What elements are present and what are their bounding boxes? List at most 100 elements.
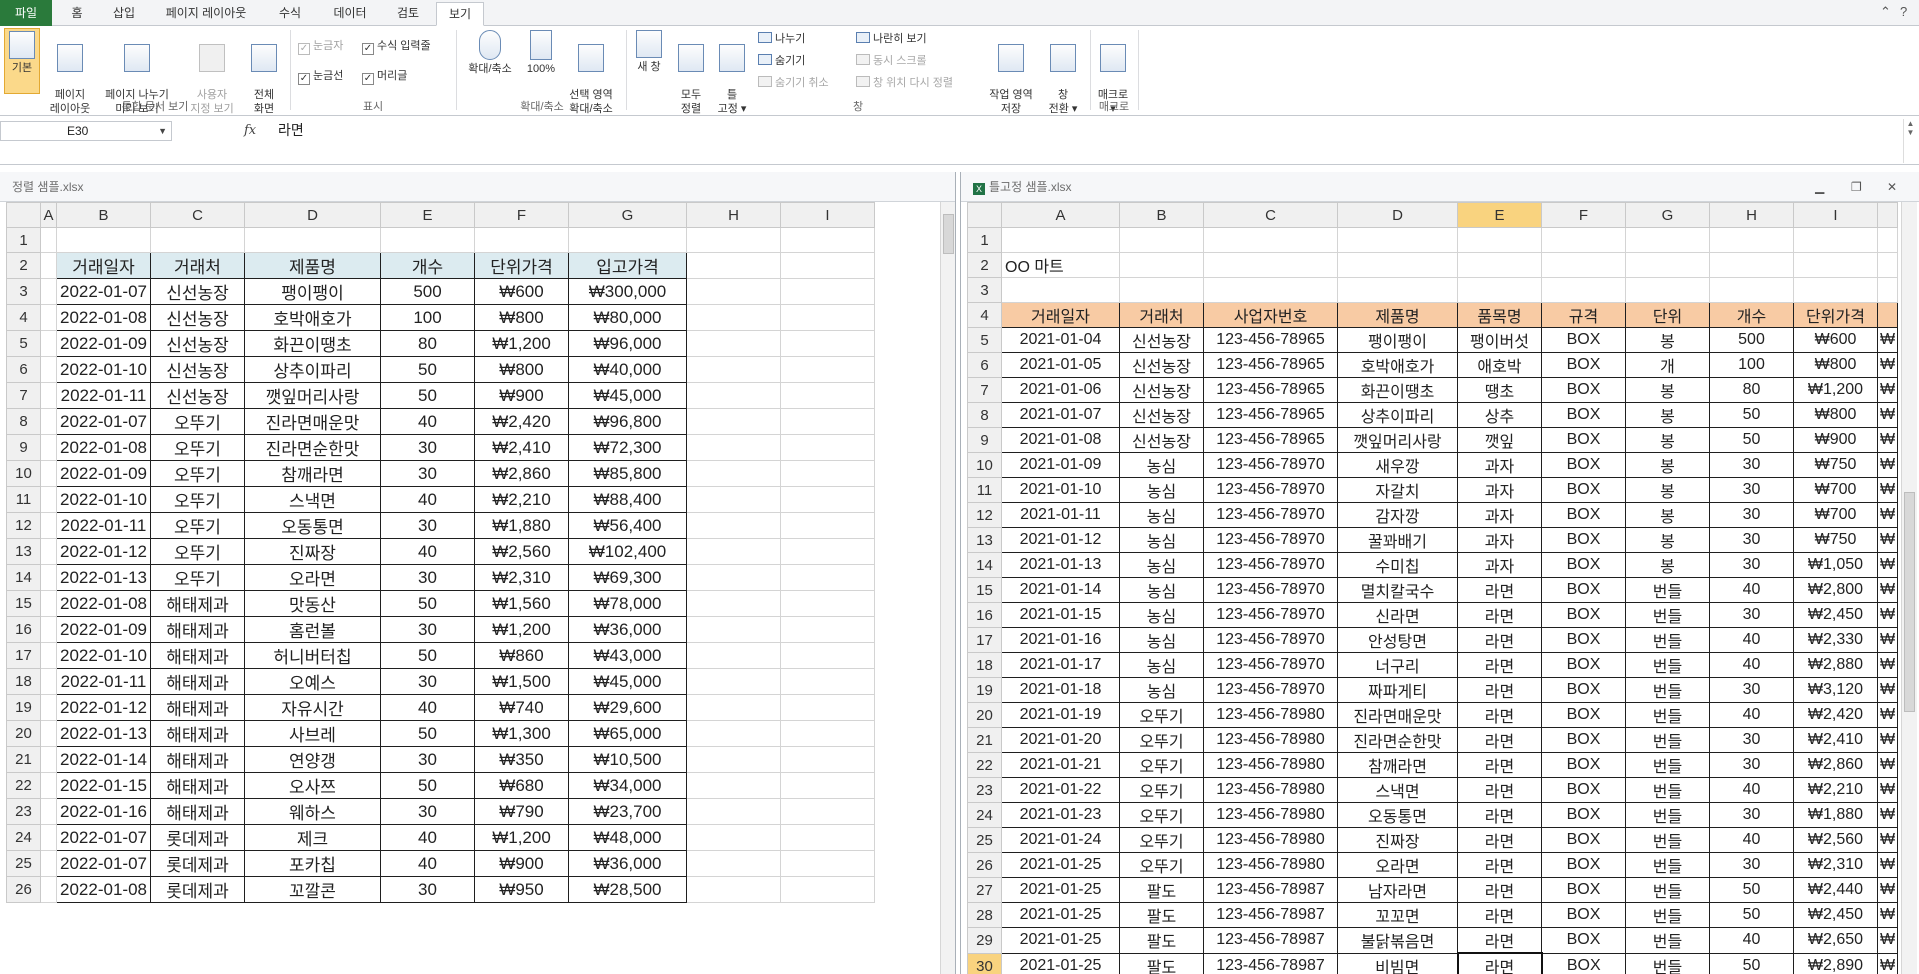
cell[interactable]: 라면 — [1457, 827, 1542, 853]
cell[interactable]: 오동통면 — [1337, 802, 1458, 828]
cell[interactable]: ₩1,500 — [474, 668, 569, 695]
freeze-panes-button[interactable]: 틀 고정 ▾ — [712, 28, 752, 115]
column-header[interactable]: I — [780, 202, 875, 228]
cell[interactable]: ₩1,560 — [474, 590, 569, 617]
formula-bar-expand[interactable]: ▲ ▼ — [1903, 119, 1917, 163]
cell[interactable]: 2021-01-25 — [1001, 952, 1120, 974]
cell[interactable]: 허니버터칩 — [244, 642, 381, 669]
cell[interactable]: 오뚜기 — [150, 460, 245, 487]
tab-page-layout[interactable]: 페이지 레이아웃 — [156, 2, 256, 26]
cell[interactable] — [686, 252, 781, 279]
save-workspace-button[interactable]: 작업 영역 저장 — [984, 28, 1038, 115]
cell[interactable] — [1541, 252, 1626, 278]
cell[interactable]: 40 — [1709, 827, 1794, 853]
cell[interactable]: 2021-01-23 — [1001, 802, 1120, 828]
row-header[interactable]: 24 — [967, 802, 1002, 828]
cell[interactable]: 해태제과 — [150, 798, 245, 825]
zoom-selection-button[interactable]: 선택 영역 확대/축소 — [562, 28, 620, 115]
cell[interactable] — [40, 590, 57, 617]
select-all-corner[interactable] — [6, 202, 41, 228]
cell[interactable]: 40 — [380, 408, 475, 435]
tab-review[interactable]: 검토 — [388, 2, 428, 26]
tab-home[interactable]: 홈 — [60, 2, 94, 26]
row-header[interactable]: 8 — [967, 402, 1002, 428]
column-header[interactable]: D — [1337, 202, 1458, 228]
cell[interactable]: 80 — [380, 330, 475, 357]
cell[interactable] — [686, 642, 781, 669]
column-header[interactable]: C — [150, 202, 245, 228]
cell[interactable]: ₩900 — [474, 850, 569, 877]
cell[interactable]: 2022-01-13 — [56, 564, 151, 591]
cell[interactable] — [1876, 252, 1899, 278]
cell[interactable] — [1709, 277, 1794, 303]
cell[interactable]: 2022-01-13 — [56, 720, 151, 747]
cell[interactable] — [40, 460, 57, 487]
split-button[interactable]: 나누기 — [758, 30, 805, 48]
cell[interactable]: 신선농장 — [1119, 352, 1204, 378]
cell[interactable]: ₩2,210 — [474, 486, 569, 513]
cell[interactable] — [780, 434, 875, 461]
cell[interactable] — [780, 304, 875, 331]
cell[interactable]: 라면 — [1457, 727, 1542, 753]
cell[interactable] — [568, 227, 687, 253]
cell[interactable] — [1001, 227, 1120, 253]
cell[interactable]: 롯데제과 — [150, 850, 245, 877]
cell[interactable]: 123-456-78965 — [1203, 377, 1338, 403]
cell[interactable]: 오뚜기 — [150, 512, 245, 539]
cell[interactable] — [40, 304, 57, 331]
cell[interactable] — [780, 668, 875, 695]
cell[interactable] — [40, 876, 57, 903]
cell[interactable]: 오동통면 — [244, 512, 381, 539]
cell[interactable]: 봉 — [1625, 377, 1710, 403]
cell[interactable]: 새우깡 — [1337, 452, 1458, 478]
cell[interactable]: 제크 — [244, 824, 381, 851]
cell[interactable]: 진라면순한맛 — [1337, 727, 1458, 753]
cell[interactable]: 농심 — [1119, 502, 1204, 528]
cell[interactable] — [1709, 227, 1794, 253]
column-header[interactable]: B — [56, 202, 151, 228]
cell[interactable]: 30 — [1709, 727, 1794, 753]
cell[interactable] — [686, 668, 781, 695]
row-header[interactable]: 23 — [967, 777, 1002, 803]
cell[interactable]: 번들 — [1625, 877, 1710, 903]
cell[interactable]: ₩23,700 — [568, 798, 687, 825]
cell[interactable]: 신선농장 — [1119, 402, 1204, 428]
table-header-cell[interactable]: 제품명 — [244, 252, 381, 279]
custom-views-button[interactable]: 사용자 지정 보기 — [182, 28, 242, 115]
cell[interactable]: 2022-01-16 — [56, 798, 151, 825]
cell[interactable]: ₩2,310 — [474, 564, 569, 591]
cell[interactable] — [1119, 277, 1204, 303]
cell[interactable]: 123-456-78970 — [1203, 477, 1338, 503]
cell[interactable]: 123-456-78965 — [1203, 427, 1338, 453]
cell[interactable]: ₩96,800 — [568, 408, 687, 435]
cell[interactable] — [780, 486, 875, 513]
cell[interactable]: 123-456-78970 — [1203, 552, 1338, 578]
cell[interactable] — [780, 798, 875, 825]
cell[interactable] — [40, 434, 57, 461]
cell[interactable]: 2021-01-14 — [1001, 577, 1120, 603]
cell[interactable]: 봉 — [1625, 427, 1710, 453]
cell[interactable]: 123-456-78980 — [1203, 852, 1338, 878]
cell[interactable]: 해태제과 — [150, 720, 245, 747]
cell[interactable]: 40 — [380, 824, 475, 851]
cell[interactable]: ₩ — [1876, 577, 1899, 603]
cell[interactable]: 오라면 — [1337, 852, 1458, 878]
cell[interactable]: ₩ — [1876, 702, 1899, 728]
cell[interactable]: ₩750 — [1793, 452, 1878, 478]
cell[interactable]: ₩1,200 — [1793, 377, 1878, 403]
cell[interactable]: 라면 — [1457, 752, 1542, 778]
cell[interactable] — [686, 304, 781, 331]
cell[interactable]: 농심 — [1119, 627, 1204, 653]
cell[interactable]: ₩2,890 — [1793, 952, 1878, 974]
switch-windows-button[interactable]: 창 전환 ▾ — [1044, 28, 1082, 115]
cell[interactable] — [40, 538, 57, 565]
cell[interactable]: 123-456-78980 — [1203, 727, 1338, 753]
cell[interactable]: 진짜장 — [244, 538, 381, 565]
cell[interactable]: 자갈치 — [1337, 477, 1458, 503]
cell[interactable]: ₩ — [1876, 452, 1899, 478]
cell[interactable]: 오뚜기 — [150, 538, 245, 565]
cell[interactable]: 호박애호가 — [244, 304, 381, 331]
cell[interactable]: ₩34,000 — [568, 772, 687, 799]
cell[interactable]: ₩ — [1876, 927, 1899, 954]
cell[interactable]: 2022-01-08 — [56, 590, 151, 617]
